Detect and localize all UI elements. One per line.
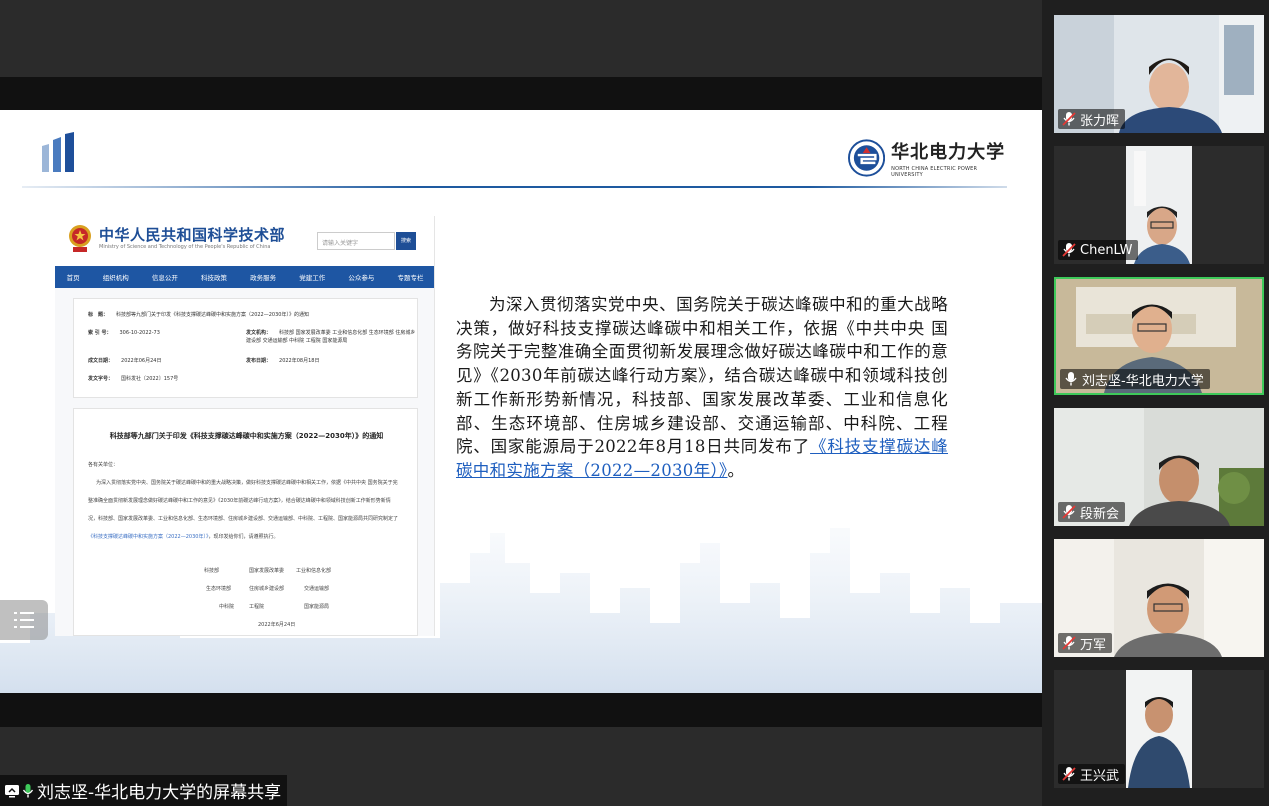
- mic-icon: [22, 783, 34, 797]
- ministry-title: 中华人民共和国科学技术部: [99, 226, 286, 244]
- shared-screen-area: 华北电力大学 NORTH CHINA ELECTRIC POWER UNIVER…: [0, 0, 1042, 806]
- mic-muted-icon: [1062, 243, 1076, 257]
- ministry-subtitle: Ministry of Science and Technology of th…: [99, 244, 271, 250]
- info-value: 2022年08月18日: [279, 358, 320, 364]
- participant-name-tag: 段新会: [1058, 502, 1126, 522]
- participant-name: 刘志坚-华北电力大学: [1082, 373, 1204, 389]
- info-value: 2022年06月24日: [121, 358, 162, 364]
- ministry-search-button: 搜索: [396, 232, 416, 250]
- info-label: 标 题：: [88, 312, 109, 318]
- participant-name: 王兴武: [1080, 768, 1120, 784]
- ministry-nav-item: 科技政策: [200, 274, 227, 282]
- participant-tile[interactable]: 张力晖: [1054, 15, 1264, 133]
- ministry-webpage-screenshot: 中华人民共和国科学技术部 Ministry of Science and Tec…: [55, 216, 435, 636]
- participant-tile-active[interactable]: 刘志坚-华北电力大学: [1054, 277, 1264, 395]
- ncepu-name-en: NORTH CHINA ELECTRIC POWER UNIVERSITY: [891, 166, 978, 178]
- info-label: 发文字号：: [88, 376, 114, 382]
- sign-date: 2022年6月24日: [258, 622, 296, 628]
- signer: 中科院: [219, 604, 235, 610]
- signer: 国家发展改革委: [249, 568, 285, 574]
- ministry-nav-item: 信息公开: [151, 274, 178, 282]
- screen-share-text: 刘志坚-华北电力大学的屏幕共享: [37, 783, 282, 803]
- participant-tile[interactable]: 万军: [1054, 539, 1264, 657]
- info-label: 发文机构：: [246, 330, 272, 336]
- signer: 交通运输部: [304, 586, 330, 592]
- doc-line: 况，科技部、国家发展改革委、工业和信息化部、生态环境部、住房城乡建设部、交通运输…: [88, 516, 399, 522]
- signer: 工程院: [249, 604, 265, 610]
- participant-tile[interactable]: 王兴武: [1054, 670, 1264, 788]
- participants-panel: 张力晖 ChenLW 刘志坚-华北电力大学 段新会 万军 王兴武: [1042, 0, 1269, 806]
- signer: 住房城乡建设部: [249, 586, 285, 592]
- signer: 工业和信息化部: [296, 568, 332, 574]
- ministry-search-input: 请输入关键字: [317, 232, 395, 250]
- participant-name-tag: 万军: [1058, 633, 1113, 653]
- meeting-window: 华北电力大学 NORTH CHINA ELECTRIC POWER UNIVER…: [0, 0, 1269, 806]
- ncepu-name-cn: 华北电力大学: [891, 142, 1006, 163]
- participant-name: 段新会: [1080, 506, 1120, 522]
- info-value: 科技部 国家发展改革委 工业和信息化部 生态环境部 住房城乡建设部 交通运输部 …: [246, 330, 416, 344]
- info-label: 成文日期：: [88, 358, 114, 364]
- participant-name: 张力晖: [1080, 113, 1120, 129]
- info-value: 国科发社〔2022〕157号: [121, 376, 179, 382]
- screen-share-label: 刘志坚-华北电力大学的屏幕共享: [0, 775, 288, 806]
- participant-tile[interactable]: 段新会: [1054, 408, 1264, 526]
- slide-header-divider: [22, 186, 1007, 188]
- participant-name: ChenLW: [1080, 242, 1133, 258]
- slide-bars-icon: [42, 132, 74, 172]
- ncepu-emblem-icon: [848, 139, 886, 177]
- info-label: 发布日期：: [246, 358, 272, 364]
- letterbox-bottom: [0, 693, 1042, 727]
- ministry-doc-body: 科技部等九部门关于印发《科技支撑碳达峰碳中和实施方案（2022—2030年）》的…: [73, 408, 418, 636]
- participant-name: 万军: [1080, 637, 1107, 653]
- doc-line: 为深入贯彻落实党中央、国务院关于碳达峰碳中和的重大战略决策，做好科技支撑碳达峰碳…: [96, 480, 398, 486]
- mic-muted-icon: [1062, 505, 1076, 519]
- mic-muted-icon: [1062, 112, 1076, 126]
- ministry-nav-item: 首页: [66, 274, 80, 282]
- presentation-slide: 华北电力大学 NORTH CHINA ELECTRIC POWER UNIVER…: [0, 110, 1042, 693]
- doc-greeting: 各有关单位：: [88, 462, 119, 468]
- mic-muted-icon: [1062, 636, 1076, 650]
- doc-title: 科技部等九部门关于印发《科技支撑碳达峰碳中和实施方案（2022—2030年）》的…: [109, 432, 384, 440]
- info-label: 索 引 号：: [88, 330, 112, 336]
- participant-name-tag: ChenLW: [1058, 240, 1139, 260]
- participant-avatar: [1126, 670, 1192, 788]
- doc-line: ，现印发给你们，请遵照执行。: [208, 534, 279, 540]
- ministry-doc-info: 标 题： 科技部等九部门关于印发《科技支撑碳达峰碳中和实施方案（2022—2030…: [73, 298, 418, 398]
- ministry-nav-item: 公众参与: [348, 274, 375, 282]
- participant-name-tag: 张力晖: [1058, 109, 1126, 129]
- participant-tile[interactable]: ChenLW: [1054, 146, 1264, 264]
- ministry-nav-item: 专题专栏: [397, 274, 424, 282]
- paragraph-text: 为深入贯彻落实党中央、国务院关于碳达峰碳中和的重大战略决策，做好科技支撑碳达峰碳…: [456, 295, 948, 457]
- doc-line: 整准确全面贯彻新发展理念做好碳达峰碳中和工作的意见》《2030年前碳达峰行动方案…: [88, 498, 391, 504]
- signer: 科技部: [204, 568, 220, 574]
- doc-link: 《科技支撑碳达峰碳中和实施方案（2022—2030年）》: [88, 534, 209, 540]
- ministry-nav-item: 党建工作: [299, 274, 326, 282]
- list-icon: [14, 612, 34, 628]
- signer: 生态环境部: [206, 586, 232, 592]
- mic-icon: [1065, 372, 1077, 386]
- ministry-header: 中华人民共和国科学技术部 Ministry of Science and Tec…: [55, 216, 434, 266]
- national-emblem-icon: [69, 225, 91, 252]
- participant-video: [1126, 670, 1192, 788]
- paragraph-end: 。: [727, 460, 745, 480]
- slide-paragraph: 为深入贯彻落实党中央、国务院关于碳达峰碳中和的重大战略决策，做好科技支撑碳达峰碳…: [456, 293, 948, 483]
- ministry-nav-item: 政务服务: [250, 274, 277, 282]
- mic-muted-icon: [1062, 767, 1076, 781]
- screen-share-icon: [5, 784, 19, 797]
- participant-name-tag: 王兴武: [1058, 764, 1126, 784]
- ministry-nav: 首页 组织机构 信息公开 科技政策 政务服务 党建工作 公众参与 专题专栏: [55, 266, 434, 288]
- signer: 国家能源局: [304, 604, 330, 610]
- ncepu-logo: 华北电力大学 NORTH CHINA ELECTRIC POWER UNIVER…: [848, 136, 1008, 180]
- participant-name-tag: 刘志坚-华北电力大学: [1060, 369, 1210, 389]
- letterbox-top: [0, 77, 1042, 110]
- info-value: 306-10-2022-73: [119, 330, 160, 336]
- toc-button[interactable]: [0, 600, 48, 640]
- ministry-nav-item: 组织机构: [102, 274, 129, 282]
- info-value: 科技部等九部门关于印发《科技支撑碳达峰碳中和实施方案（2022—2030年）》的…: [116, 312, 309, 318]
